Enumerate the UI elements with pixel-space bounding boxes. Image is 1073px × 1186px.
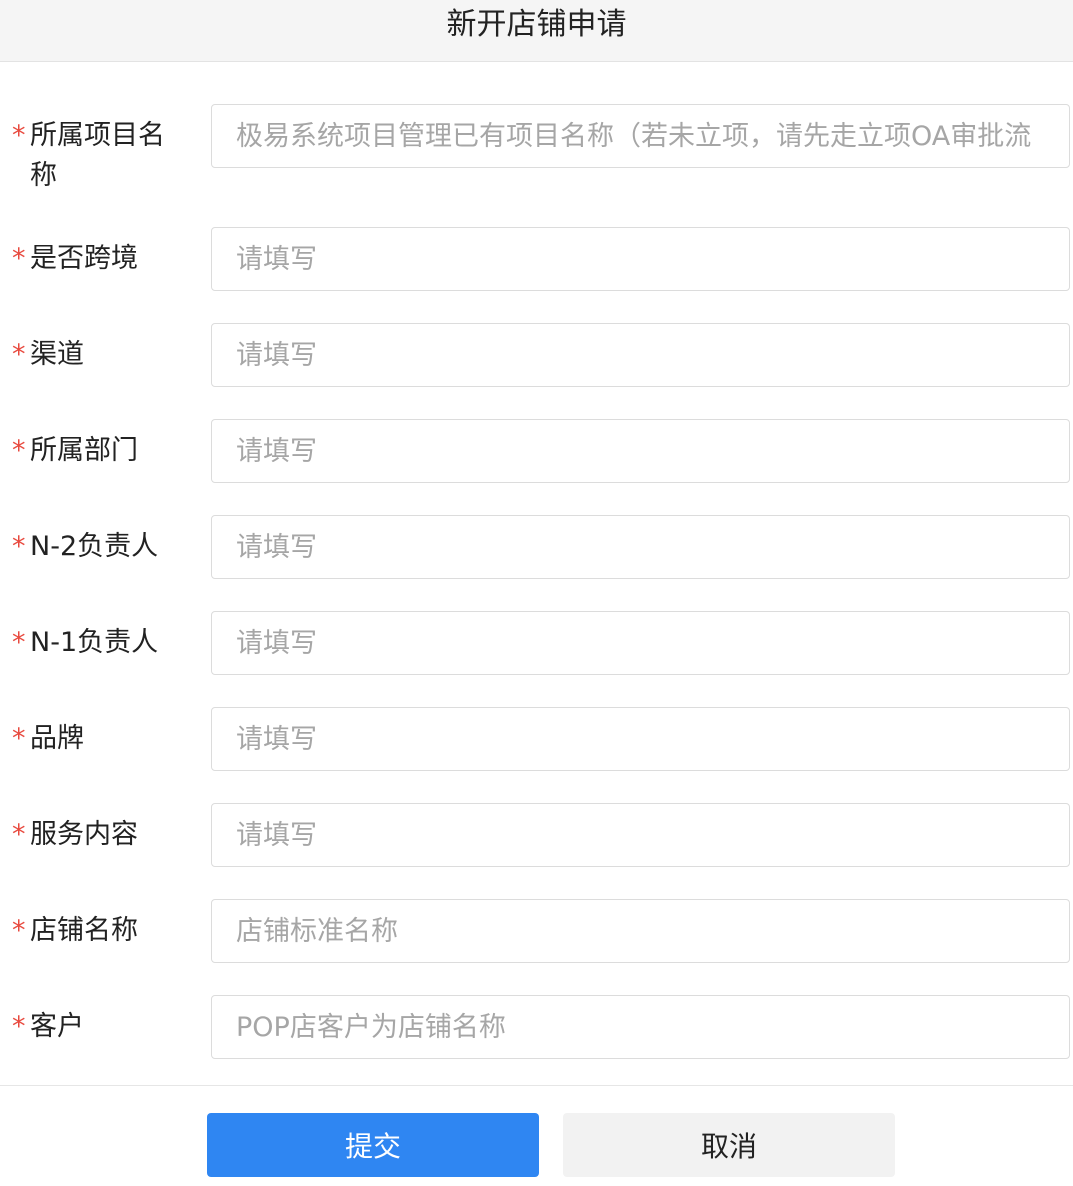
store-name-input[interactable]	[211, 899, 1070, 963]
form-row-store-name: * 店铺名称	[0, 899, 1073, 963]
form-row-project-name: * 所属项目名称	[0, 104, 1073, 191]
form-row-service-content: * 服务内容	[0, 803, 1073, 867]
page-title: 新开店铺申请	[446, 7, 627, 42]
form-row-cross-border: * 是否跨境	[0, 227, 1073, 291]
brand-input[interactable]	[211, 707, 1070, 771]
cancel-button[interactable]: 取消	[563, 1113, 895, 1177]
required-asterisk: *	[12, 339, 26, 370]
submit-button[interactable]: 提交	[207, 1113, 539, 1177]
required-asterisk: *	[12, 627, 26, 658]
project-name-input[interactable]	[211, 104, 1070, 168]
n1-owner-input[interactable]	[211, 611, 1070, 675]
required-asterisk: *	[12, 531, 26, 562]
service-content-input[interactable]	[211, 803, 1070, 867]
footer-divider	[0, 1085, 1073, 1086]
field-label-project-name: * 所属项目名称	[12, 116, 190, 196]
field-label-department: * 所属部门	[12, 431, 190, 471]
channel-input[interactable]	[211, 323, 1070, 387]
form-row-n1-owner: * N-1负责人	[0, 611, 1073, 675]
field-label-brand: * 品牌	[12, 719, 190, 759]
form-row-channel: * 渠道	[0, 323, 1073, 387]
field-label-service-content: * 服务内容	[12, 815, 190, 855]
field-label-channel: * 渠道	[12, 335, 190, 375]
field-label-store-name: * 店铺名称	[12, 911, 190, 951]
field-label-cross-border: * 是否跨境	[12, 239, 190, 279]
form-row-department: * 所属部门	[0, 419, 1073, 483]
required-asterisk: *	[12, 915, 26, 946]
required-asterisk: *	[12, 120, 26, 151]
field-label-n2-owner: * N-2负责人	[12, 527, 190, 567]
form-row-n2-owner: * N-2负责人	[0, 515, 1073, 579]
required-asterisk: *	[12, 723, 26, 754]
form-row-brand: * 品牌	[0, 707, 1073, 771]
field-label-customer: * 客户	[12, 1007, 190, 1047]
page-header: 新开店铺申请	[0, 0, 1073, 62]
required-asterisk: *	[12, 243, 26, 274]
field-label-n1-owner: * N-1负责人	[12, 623, 190, 663]
n2-owner-input[interactable]	[211, 515, 1070, 579]
department-input[interactable]	[211, 419, 1070, 483]
required-asterisk: *	[12, 435, 26, 466]
required-asterisk: *	[12, 819, 26, 850]
cross-border-input[interactable]	[211, 227, 1070, 291]
form-row-customer: * 客户	[0, 995, 1073, 1059]
customer-input[interactable]	[211, 995, 1070, 1059]
required-asterisk: *	[12, 1011, 26, 1042]
